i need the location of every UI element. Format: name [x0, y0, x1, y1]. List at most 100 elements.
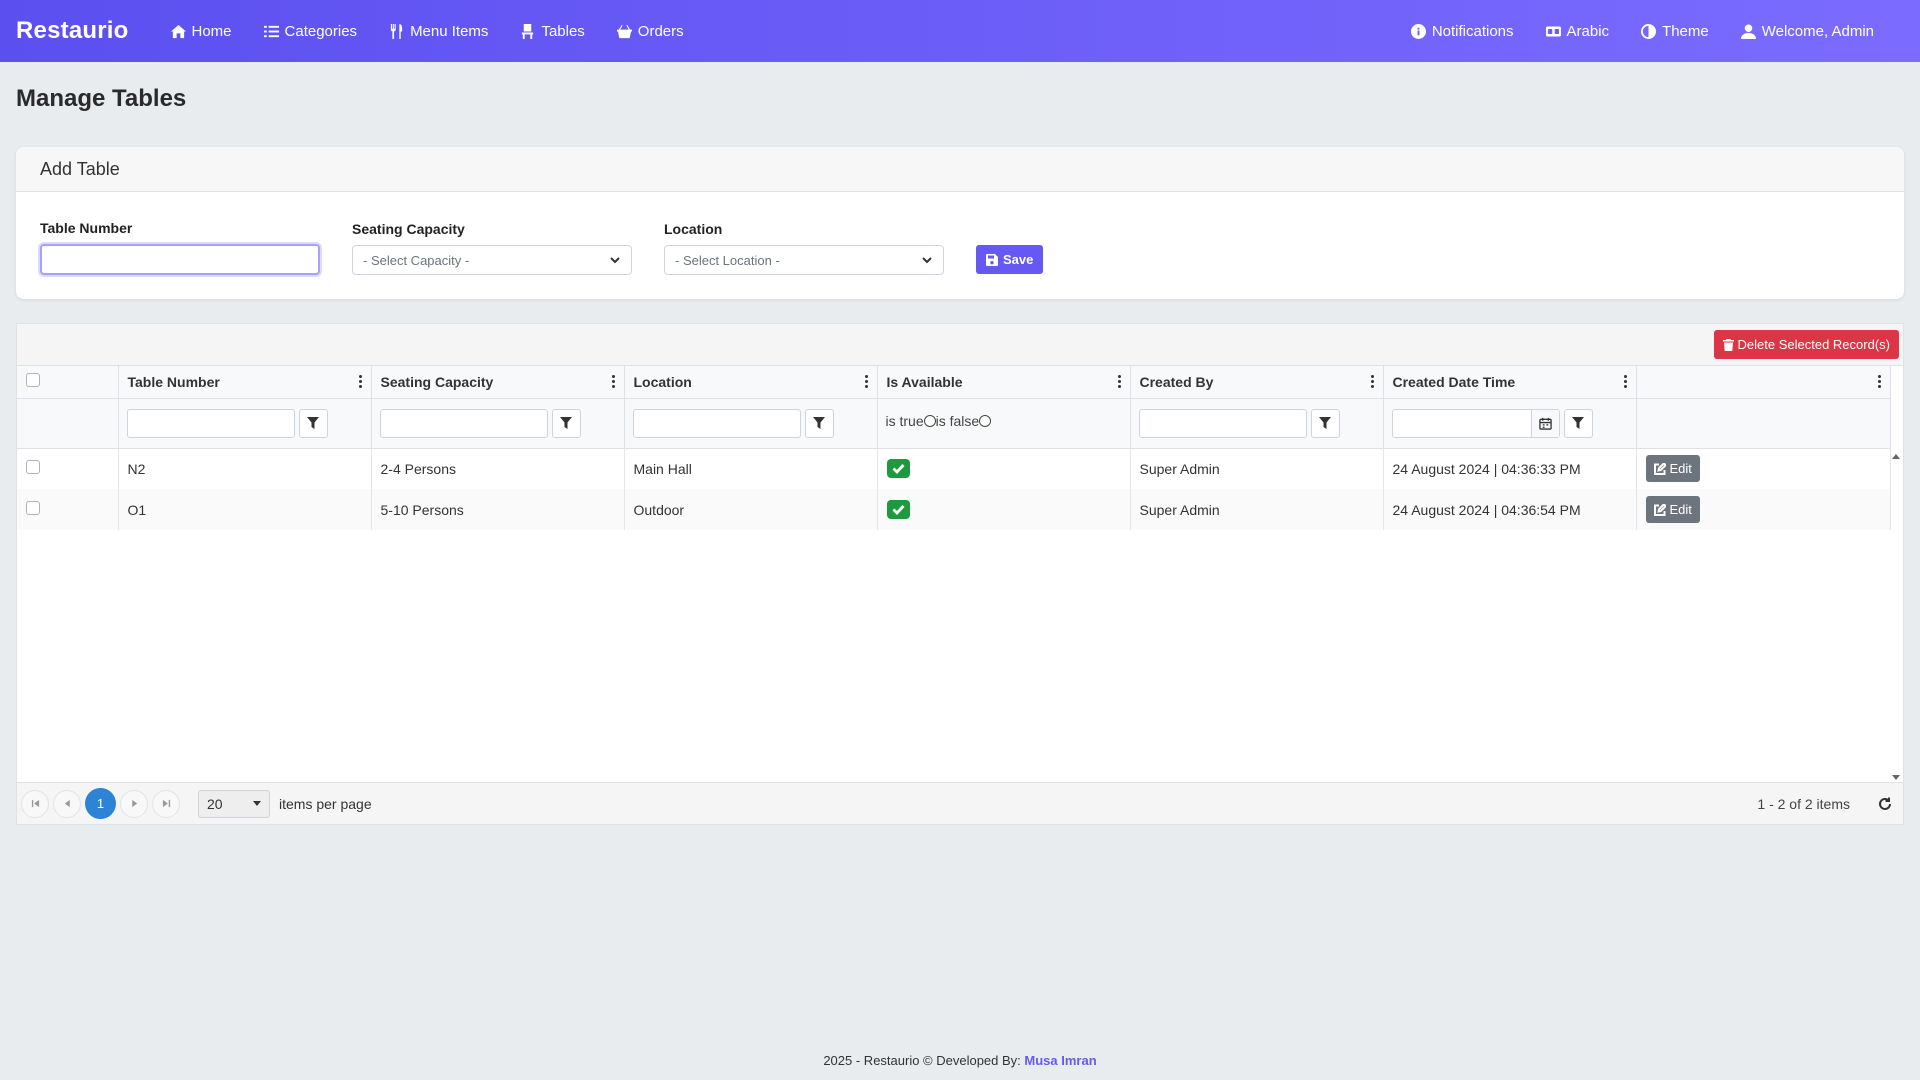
nav-menu-items[interactable]: Menu Items — [389, 23, 488, 40]
column-menu-icon[interactable] — [1877, 375, 1881, 389]
next-page-icon — [131, 799, 137, 808]
filter-input[interactable] — [379, 408, 548, 438]
date-filter-input[interactable] — [1391, 408, 1560, 438]
nav-categories-label: Categories — [284, 22, 358, 40]
column-menu-icon[interactable] — [1117, 375, 1121, 389]
nav-tables[interactable]: Tables — [520, 23, 585, 40]
location-value: - Select Location - — [675, 252, 780, 268]
filter-input[interactable] — [632, 408, 801, 438]
nav-menu-items-label: Menu Items — [410, 22, 489, 40]
seating-capacity-select[interactable]: - Select Capacity - — [352, 245, 632, 275]
filter-icon — [813, 417, 825, 429]
edit-button[interactable]: Edit — [1645, 455, 1700, 483]
page-size-select[interactable]: 20 — [198, 789, 270, 818]
filter-false-radio[interactable] — [979, 415, 992, 427]
nav-categories[interactable]: Categories — [263, 22, 358, 40]
column-location[interactable]: Location — [624, 366, 878, 399]
table-row[interactable]: N2 2-4 Persons Main Hall Super Admin 24 … — [17, 448, 1891, 489]
column-label: Location — [633, 373, 692, 390]
refresh-icon — [1879, 797, 1891, 810]
delete-selected-button[interactable]: Delete Selected Record(s) — [1713, 330, 1899, 359]
cell-actions: Edit — [1636, 489, 1891, 530]
filter-input[interactable] — [1138, 408, 1307, 438]
nav-language[interactable]: Arabic — [1545, 22, 1610, 40]
nav-home[interactable]: Home — [170, 22, 232, 40]
table-number-group: Table Number — [40, 220, 320, 275]
grid-table: Table Number Seating Capacity Location I… — [17, 366, 1891, 530]
row-checkbox[interactable] — [26, 460, 40, 475]
filter-created-by — [1130, 398, 1384, 449]
row-select-cell — [17, 489, 119, 530]
home-icon — [170, 24, 186, 38]
column-label: Created Date Time — [1392, 373, 1516, 390]
row-checkbox[interactable] — [26, 501, 40, 515]
filter-button[interactable] — [1310, 408, 1340, 438]
filter-cell-empty — [17, 398, 119, 449]
nav-language-label: Arabic — [1566, 22, 1610, 40]
filter-button[interactable] — [551, 408, 581, 438]
cell-is-available — [877, 448, 1131, 489]
column-created-date-time[interactable]: Created Date Time — [1383, 366, 1637, 399]
chair-icon — [522, 23, 534, 39]
location-group: Location - Select Location - — [664, 221, 944, 275]
cell-seating-capacity: 2-4 Persons — [371, 448, 625, 489]
filter-table-number — [118, 398, 372, 449]
filter-seating-capacity — [371, 398, 625, 449]
brand-logo[interactable]: Restaurio — [16, 17, 129, 45]
nav-notifications-label: Notifications — [1431, 22, 1514, 40]
column-menu-icon[interactable] — [611, 375, 615, 389]
cell-is-available — [877, 489, 1131, 530]
filter-icon — [1319, 417, 1331, 429]
filter-button[interactable] — [1563, 408, 1593, 438]
column-menu-icon[interactable] — [1623, 375, 1627, 389]
edit-button[interactable]: Edit — [1645, 496, 1700, 523]
add-table-card: Add Table Table Number Seating Capacity … — [16, 147, 1904, 299]
footer-text: 2025 - Restaurio © Developed By: — [823, 1053, 1025, 1068]
table-number-input[interactable] — [40, 244, 320, 275]
current-page-button[interactable]: 1 — [85, 788, 116, 819]
chevron-down-icon — [922, 257, 932, 264]
nav-user[interactable]: Welcome, Admin — [1740, 23, 1874, 40]
prev-page-icon — [64, 799, 70, 808]
location-select[interactable]: - Select Location - — [664, 245, 944, 275]
nav-notifications[interactable]: Notifications — [1410, 22, 1514, 40]
filter-icon — [1572, 417, 1584, 429]
select-all-checkbox[interactable] — [26, 373, 40, 388]
last-page-icon — [162, 799, 170, 808]
column-created-by[interactable]: Created By — [1130, 366, 1384, 399]
available-check-icon — [886, 500, 910, 519]
first-page-button[interactable] — [21, 789, 49, 818]
column-menu-icon[interactable] — [864, 375, 868, 389]
column-label: Created By — [1139, 373, 1214, 390]
filter-true-radio[interactable] — [923, 415, 936, 427]
last-page-button[interactable] — [152, 789, 180, 818]
chevron-down-icon — [610, 257, 620, 264]
filter-button[interactable] — [804, 408, 834, 438]
location-label: Location — [664, 221, 723, 237]
nav-home-label: Home — [191, 22, 232, 40]
calendar-button[interactable] — [1530, 409, 1559, 437]
column-actions — [1636, 366, 1891, 399]
column-is-available[interactable]: Is Available — [877, 366, 1131, 399]
column-seating-capacity[interactable]: Seating Capacity — [371, 366, 625, 399]
edit-button-label: Edit — [1669, 461, 1692, 477]
column-menu-icon[interactable] — [1370, 375, 1374, 389]
scroll-up-icon[interactable] — [1892, 454, 1900, 459]
next-page-button[interactable] — [120, 789, 148, 818]
scroll-down-icon[interactable] — [1892, 775, 1900, 780]
save-button[interactable]: Save — [976, 245, 1044, 274]
grid-toolbar: Delete Selected Record(s) — [17, 324, 1903, 366]
table-row[interactable]: O1 5-10 Persons Outdoor Super Admin 24 A… — [17, 489, 1891, 530]
nav-orders[interactable]: Orders — [616, 23, 684, 40]
developer-link[interactable]: Musa Imran — [1024, 1053, 1096, 1068]
refresh-button[interactable] — [1877, 796, 1893, 812]
vertical-scrollbar[interactable] — [1889, 452, 1903, 782]
nav-theme[interactable]: Theme — [1641, 23, 1709, 40]
filter-input[interactable] — [126, 408, 295, 438]
top-navbar: Restaurio Home Categories Menu Items Tab… — [0, 0, 1920, 62]
filter-row: is true is false — [17, 398, 1891, 449]
prev-page-button[interactable] — [53, 789, 81, 818]
column-menu-icon[interactable] — [358, 375, 362, 389]
filter-button[interactable] — [298, 408, 328, 438]
column-table-number[interactable]: Table Number — [118, 366, 372, 399]
